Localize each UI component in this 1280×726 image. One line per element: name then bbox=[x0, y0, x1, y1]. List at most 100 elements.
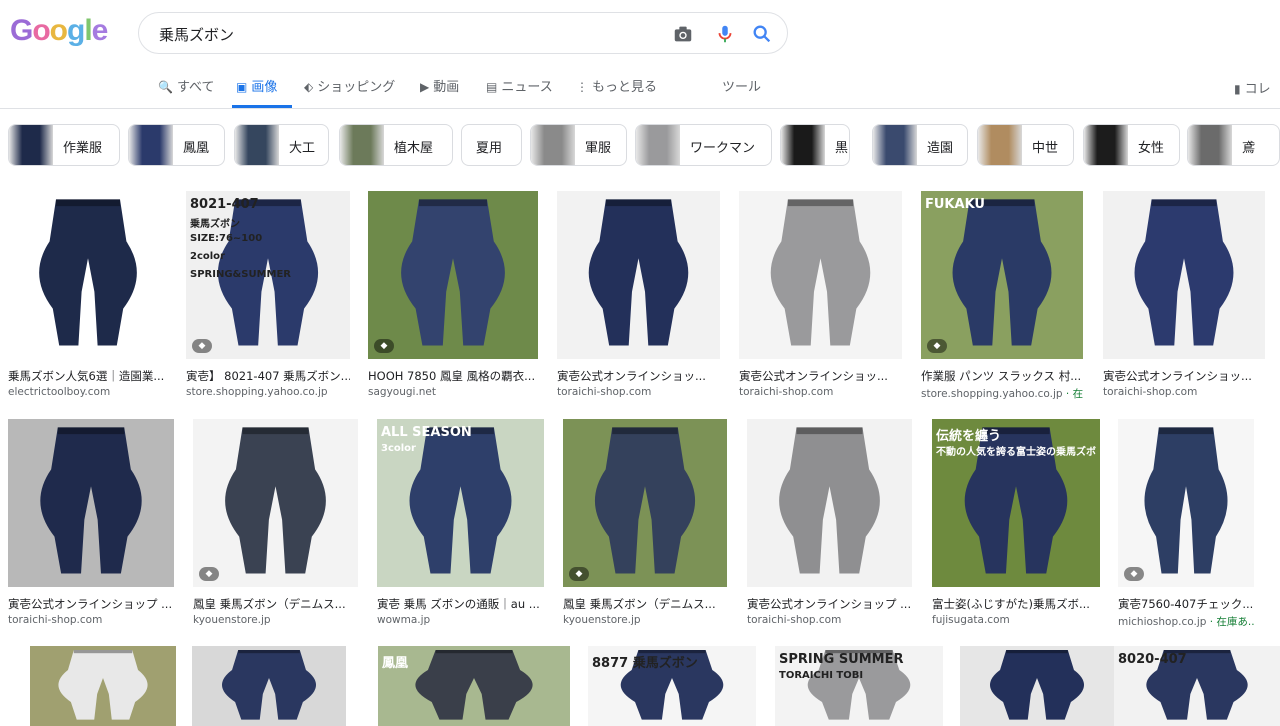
image-overlay-text: 2color bbox=[190, 251, 225, 262]
image-icon: ▣ bbox=[236, 80, 248, 94]
result-thumbnail[interactable] bbox=[1103, 191, 1265, 359]
chip-thumbnail bbox=[9, 125, 53, 165]
related-chip[interactable]: 鳳凰 bbox=[128, 124, 225, 166]
collections-link[interactable]: ▮ コレ bbox=[1234, 78, 1271, 97]
chip-thumbnail bbox=[1084, 125, 1128, 165]
chip-label: 黒 bbox=[835, 141, 849, 156]
result-title[interactable]: 寅壱公式オンラインショップ ... bbox=[747, 596, 912, 612]
pants-image bbox=[779, 427, 880, 574]
camera-icon[interactable] bbox=[672, 23, 694, 45]
result-thumbnail[interactable]: 鳳凰 bbox=[378, 646, 570, 726]
result-source: kyouenstore.jp bbox=[193, 614, 358, 626]
related-chip[interactable]: 軍服 bbox=[530, 124, 627, 166]
result-title[interactable]: 寅壱公式オンラインショッ... bbox=[1103, 368, 1265, 384]
result-thumbnail[interactable]: 8877 乗馬ズボン bbox=[588, 646, 756, 726]
result-title[interactable]: 鳳皇 乗馬ズボン（デニムス... bbox=[563, 596, 727, 612]
result-thumbnail[interactable] bbox=[960, 646, 1114, 726]
result-thumbnail[interactable]: ALL SEASON 3color bbox=[377, 419, 544, 587]
result-source: toraichi-shop.com bbox=[739, 386, 902, 398]
search-box[interactable]: 乗馬ズボン bbox=[138, 12, 788, 54]
result-title[interactable]: 寅壱公式オンラインショッ... bbox=[739, 368, 902, 384]
result-source: electrictoolboy.com bbox=[8, 386, 168, 398]
chip-thumbnail bbox=[129, 125, 173, 165]
related-chip[interactable]: 作業服 bbox=[8, 124, 120, 166]
result-thumbnail[interactable] bbox=[8, 191, 168, 359]
result-title[interactable]: 乗馬ズボン人気6選｜造園業... bbox=[8, 368, 168, 384]
result-thumbnail[interactable]: ◆ bbox=[1118, 419, 1254, 587]
result-title[interactable]: 寅壱公式オンラインショップ ... bbox=[8, 596, 174, 612]
pants-image bbox=[40, 427, 142, 574]
search-input[interactable]: 乗馬ズボン bbox=[159, 24, 234, 45]
source-domain: toraichi-shop.com bbox=[747, 614, 842, 626]
tab-videos[interactable]: ▶ 動画 bbox=[420, 76, 459, 95]
pants-image bbox=[58, 650, 148, 720]
related-chip[interactable]: 大工 bbox=[234, 124, 329, 166]
related-chip[interactable]: 中世 bbox=[977, 124, 1074, 166]
result-title[interactable]: 寅壱7560-407チェック... bbox=[1118, 596, 1254, 612]
related-chip[interactable]: ワークマン bbox=[635, 124, 772, 166]
related-chip[interactable]: 植木屋 bbox=[339, 124, 453, 166]
chip-thumbnail bbox=[340, 125, 384, 165]
chip-thumbnail bbox=[978, 125, 1022, 165]
chip-label: 植木屋 bbox=[394, 141, 434, 156]
tab-images[interactable]: ▣ 画像 bbox=[236, 76, 277, 95]
result-title[interactable]: 作業服 パンツ スラックス 村... bbox=[921, 368, 1083, 384]
result-thumbnail[interactable] bbox=[739, 191, 902, 359]
logo-letter: G bbox=[10, 14, 33, 47]
result-source: store.shopping.yahoo.co.jp bbox=[186, 386, 350, 398]
source-domain: kyouenstore.jp bbox=[563, 614, 641, 626]
image-overlay-text: SPRING SUMMER bbox=[779, 652, 904, 667]
news-icon: ▤ bbox=[486, 80, 498, 94]
result-thumbnail[interactable]: 8021-407 乗馬ズボン SIZE:76~100 2color SPRING&SUM… bbox=[186, 191, 350, 359]
logo-letter: g bbox=[67, 14, 85, 47]
result-thumbnail[interactable]: ◆ bbox=[563, 419, 727, 587]
image-overlay-text: TORAICHI TOBI bbox=[779, 670, 864, 681]
result-thumbnail[interactable]: SPRING SUMMER TORAICHI TOBI bbox=[775, 646, 943, 726]
play-icon: ▶ bbox=[420, 80, 430, 94]
result-thumbnail[interactable] bbox=[557, 191, 720, 359]
more-dots-icon: ⋮ bbox=[576, 80, 588, 94]
result-thumbnail[interactable] bbox=[192, 646, 346, 726]
result-thumbnail[interactable]: ◆ bbox=[368, 191, 538, 359]
image-overlay-text: SIZE:76~100 bbox=[190, 233, 263, 244]
result-thumbnail[interactable]: FUKAKU ◆ bbox=[921, 191, 1083, 359]
logo-letter: l bbox=[84, 14, 92, 47]
related-chip[interactable]: 鳶 bbox=[1187, 124, 1280, 166]
source-domain: kyouenstore.jp bbox=[193, 614, 271, 626]
tab-more[interactable]: ⋮ もっと見る bbox=[576, 76, 657, 95]
google-logo[interactable]: Google bbox=[10, 14, 108, 48]
result-title[interactable]: 寅壱 乗馬 ズボンの通販｜au ... bbox=[377, 596, 544, 612]
tab-news[interactable]: ▤ ニュース bbox=[486, 76, 553, 95]
tab-shopping[interactable]: ⬖ ショッピング bbox=[304, 76, 395, 95]
search-icon[interactable] bbox=[751, 23, 773, 45]
shopping-tag-icon: ◆ bbox=[927, 339, 947, 353]
result-source: kyouenstore.jp bbox=[563, 614, 727, 626]
result-thumbnail[interactable]: 伝統を纏う 不動の人気を誇る富士姿の乗馬ズボン bbox=[932, 419, 1100, 587]
result-title[interactable]: 富士姿(ふじすがた)乗馬ズボ... bbox=[932, 596, 1100, 612]
result-title[interactable]: 寅壱公式オンラインショッ... bbox=[557, 368, 720, 384]
pants-image bbox=[401, 199, 505, 346]
source-domain: fujisugata.com bbox=[932, 614, 1010, 626]
related-chip[interactable]: 夏用 bbox=[461, 124, 522, 166]
image-overlay-text: 乗馬ズボン bbox=[190, 219, 240, 230]
search-icon: 🔍 bbox=[158, 80, 173, 94]
result-thumbnail[interactable]: ◆ bbox=[193, 419, 358, 587]
related-chip[interactable]: 黒 bbox=[780, 124, 850, 166]
microphone-icon[interactable] bbox=[714, 23, 736, 45]
pants-image bbox=[989, 650, 1085, 720]
result-title[interactable]: 鳳皇 乗馬ズボン（デニムス... bbox=[193, 596, 358, 612]
tab-all[interactable]: 🔍 すべて bbox=[158, 76, 215, 95]
image-overlay-text: 3color bbox=[381, 443, 416, 454]
result-thumbnail[interactable]: 8020-407 bbox=[1114, 646, 1280, 726]
shopping-tag-icon: ◆ bbox=[569, 567, 589, 581]
related-chip[interactable]: 造園 bbox=[872, 124, 968, 166]
tab-tools[interactable]: ツール bbox=[722, 76, 761, 95]
result-thumbnail[interactable] bbox=[8, 419, 174, 587]
result-title[interactable]: HOOH 7850 鳳皇 風格の覇衣... bbox=[368, 368, 538, 384]
source-domain: michioshop.co.jp bbox=[1118, 616, 1207, 628]
result-thumbnail[interactable] bbox=[30, 646, 176, 726]
result-title[interactable]: 寅壱】 8021-407 乗馬ズボン... bbox=[186, 368, 350, 384]
related-chip[interactable]: 女性 bbox=[1083, 124, 1180, 166]
chip-label: 女性 bbox=[1138, 141, 1165, 156]
result-thumbnail[interactable] bbox=[747, 419, 912, 587]
